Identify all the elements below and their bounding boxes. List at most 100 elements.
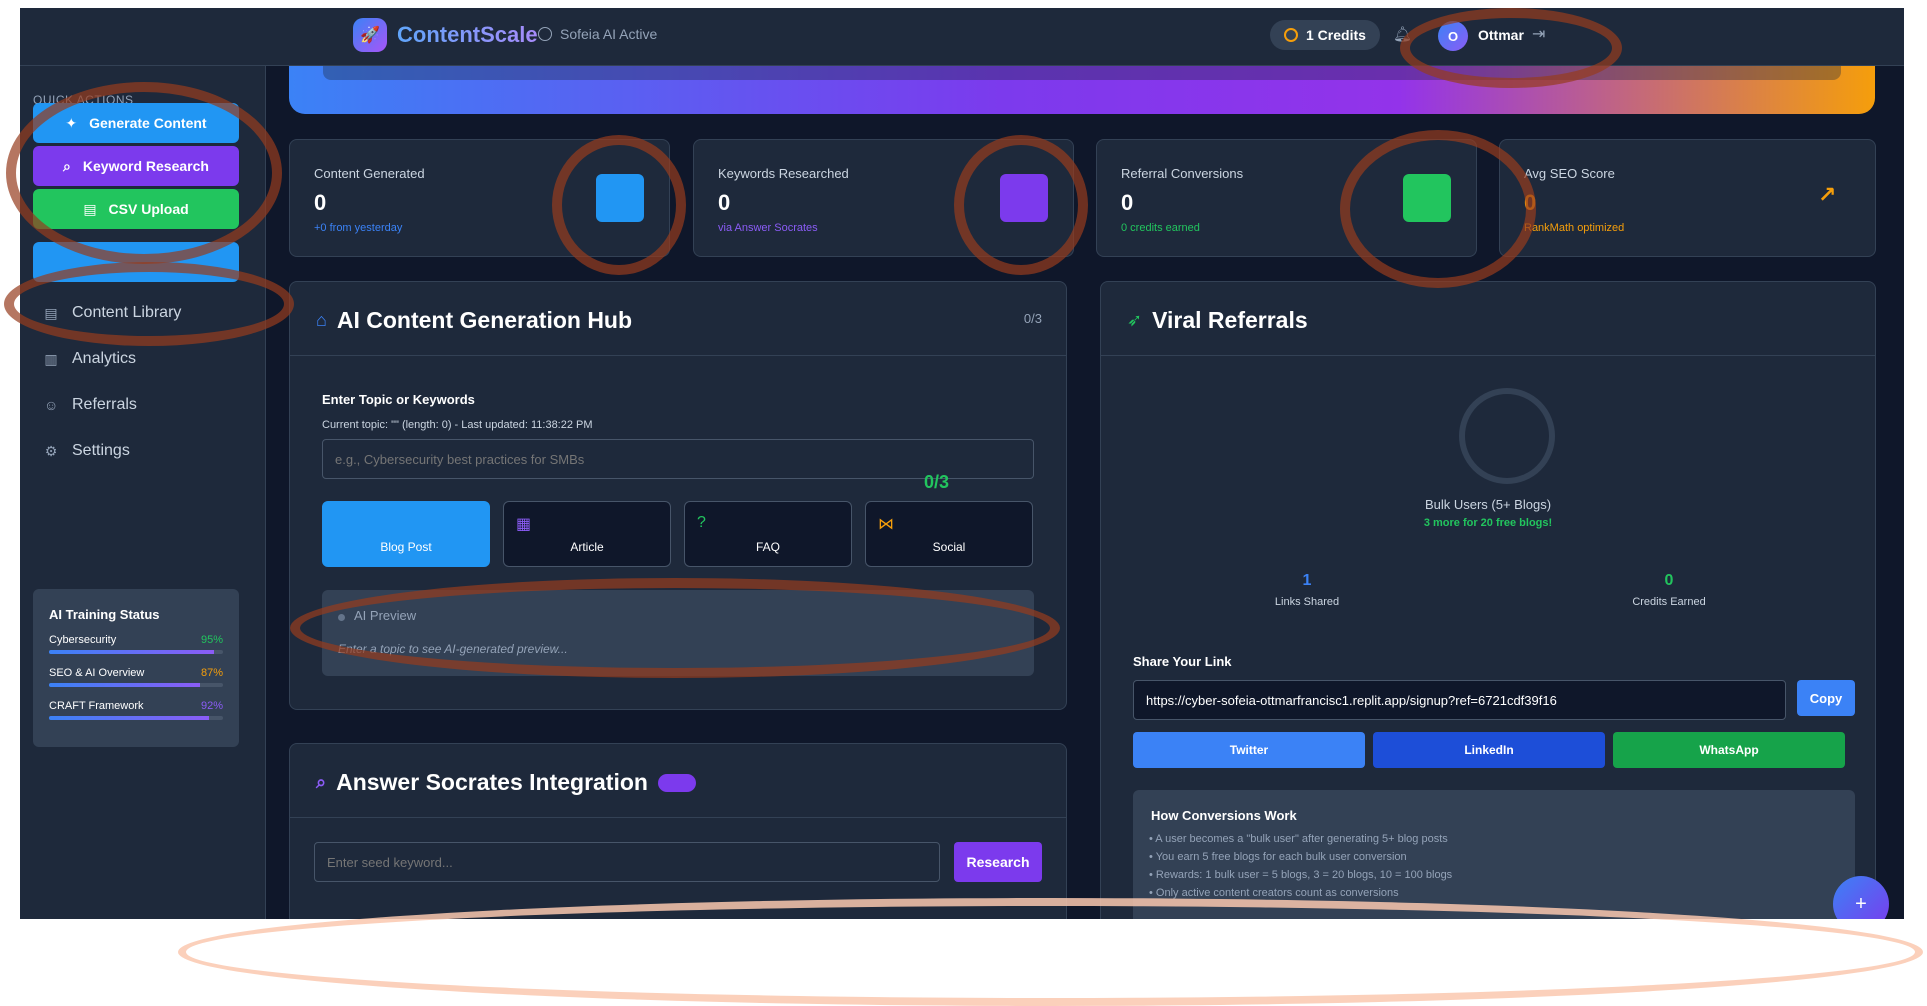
floating-counter: 0/3 [924,472,950,492]
how-item: • Only active content creators count as … [1149,887,1399,899]
rocket-icon[interactable]: 🚀 [353,18,387,52]
training-pct: 95% [200,634,223,646]
sidebar: QUICK ACTIONS ✦ Generate Content ⌕ Keywo… [20,66,266,919]
keyword-research-label: Keyword Research [82,158,209,174]
blank-action-button[interactable] [33,242,239,282]
content-hub-panel: ⌂ AI Content Generation Hub 0/3 Enter To… [289,281,1067,710]
panel-title: ⌂ AI Content Generation Hub [316,307,632,334]
twitter-button[interactable]: Twitter [1133,732,1365,768]
stat-sub: +0 from yesterday [314,222,403,234]
progress-ring [1459,388,1555,484]
type-social-button[interactable]: ⋈ Social [865,501,1033,567]
keyword-research-button[interactable]: ⌕ Keyword Research [33,146,239,186]
users-icon: ☺ [44,397,59,413]
credits-label: 1 Credits [1306,27,1366,43]
avatar[interactable]: O [1438,21,1468,51]
metric-label: Credits Earned [1632,596,1706,608]
ai-status-label: Sofeia AI Active [560,26,658,42]
stat-sub: 0 credits earned [1121,222,1200,234]
coins-icon [1284,28,1298,42]
panel-title: ➶ Viral Referrals [1127,307,1308,334]
training-progress-fill [49,683,201,687]
training-row: SEO & AI Overview 87% [49,667,223,687]
training-progress-fill [49,716,210,720]
document-icon: ▤ [44,304,58,321]
topic-label: Enter Topic or Keywords [322,392,475,407]
logout-icon[interactable]: ⇥ [1532,24,1545,44]
sidebar-item-label: Settings [72,442,130,459]
ai-training-status: AI Training Status Cybersecurity 95% SEO … [33,589,239,747]
bell-icon[interactable]: 🔔︎ [1393,25,1412,43]
type-faq-button[interactable]: ? FAQ [684,501,852,567]
answer-socrates-panel: ⌕ Answer Socrates Integration Research [289,743,1067,919]
brand-name[interactable]: ContentScale [397,22,538,48]
content-icon [596,174,644,222]
status-dot-icon [338,614,345,621]
research-button[interactable]: Research [954,842,1042,882]
stat-value: 0 [1121,190,1134,215]
stat-sub: via Answer Socrates [718,222,818,234]
bulk-users-label: Bulk Users (5+ Blogs) [1424,497,1552,512]
stat-sub: RankMath optimized [1524,222,1625,234]
search-icon: ⌕ [316,772,327,792]
how-item: • You earn 5 free blogs for each bulk us… [1149,851,1407,863]
training-row: Cybersecurity 95% [49,634,223,654]
type-label: Article [570,540,604,554]
ai-preview: AI Preview Enter a topic to see AI-gener… [322,590,1034,676]
panel-header: ⌂ AI Content Generation Hub 0/3 [290,282,1066,356]
stat-label: Referral Conversions [1121,166,1244,181]
stat-value: 0 [718,190,731,215]
type-label: FAQ [755,540,780,554]
sidebar-item-analytics[interactable]: ▥ Analytics [44,350,136,368]
bulk-users-sub: 3 more for 20 free blogs! [1423,517,1553,529]
credits-badge[interactable]: 1 Credits [1270,20,1380,50]
training-label: SEO & AI Overview [49,667,145,679]
metric-value: 0 [1664,572,1674,589]
how-title: How Conversions Work [1151,808,1297,823]
metric-value: 1 [1302,572,1312,589]
whatsapp-button[interactable]: WhatsApp [1613,732,1845,768]
hub-title: AI Content Generation Hub [336,307,633,333]
sidebar-item-referrals[interactable]: ☺ Referrals [44,396,137,414]
training-progress-fill [49,650,215,654]
stat-card-content-generated: Content Generated 0 +0 from yesterday [289,139,670,257]
copy-button[interactable]: Copy [1797,680,1855,716]
usage-counter: 0/3 [1023,311,1042,326]
panel-header: ➶ Viral Referrals [1101,282,1875,356]
sidebar-item-settings[interactable]: ⚙︎ Settings [44,442,130,460]
sidebar-item-label: Analytics [72,350,137,367]
csv-upload-label: CSV Upload [108,201,189,217]
topic-meta: Current topic: "" (length: 0) - Last upd… [322,419,593,431]
seed-keyword-input[interactable] [314,842,940,882]
how-item: • A user becomes a "bulk user" after gen… [1149,833,1448,845]
newspaper-icon: ▦ [516,516,532,533]
ai-status: Sofeia AI Active [538,26,657,42]
trending-up-icon: ↗ [1818,182,1837,207]
status-pill [657,773,696,792]
add-fab-button[interactable]: + [1833,876,1889,919]
stat-value: 0 [314,190,327,215]
preview-title: AI Preview [354,608,417,623]
file-icon: ▤ [83,200,97,217]
type-blog-post-button[interactable]: Blog Post [322,501,490,567]
referral-link-input[interactable] [1133,680,1786,720]
bar-chart-icon: ▥ [44,350,58,367]
stat-label: Content Generated [314,166,425,181]
hero-banner [289,66,1875,114]
sidebar-item-label: Content Library [72,304,182,321]
sidebar-item-content-library[interactable]: ▤ Content Library [44,304,181,322]
username[interactable]: Ottmar [1478,27,1524,43]
referral-icon [1403,174,1451,222]
app-screen: 🚀 ContentScale Sofeia AI Active 1 Credit… [20,8,1904,919]
linkedin-button[interactable]: LinkedIn [1373,732,1605,768]
generate-content-button[interactable]: ✦ Generate Content [33,103,239,143]
type-article-button[interactable]: ▦ Article [503,501,671,567]
training-title: AI Training Status [49,607,160,622]
viral-referrals-panel: ➶ Viral Referrals Bulk Users (5+ Blogs) … [1100,281,1876,919]
csv-upload-button[interactable]: ▤ CSV Upload [33,189,239,229]
training-row: CRAFT Framework 92% [49,700,223,720]
referrals-title: Viral Referrals [1152,307,1308,333]
stat-card-seo-score: Avg SEO Score 0 RankMath optimized ↗ [1499,139,1876,257]
type-label: Social [932,540,966,554]
stat-card-keywords: Keywords Researched 0 via Answer Socrate… [693,139,1074,257]
